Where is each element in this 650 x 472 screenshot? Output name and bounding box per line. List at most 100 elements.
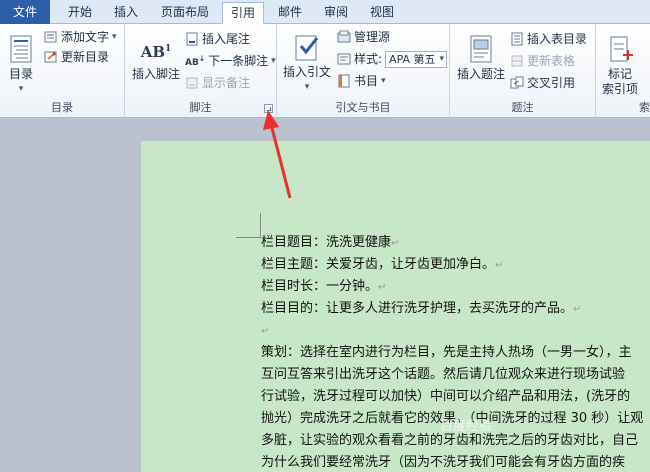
bibliography-button[interactable]: 书目 — [337, 72, 386, 90]
insert-table-of-figures-button[interactable]: 插入表目录 — [510, 30, 587, 48]
doc-line: 栏目题目：洗洗更健康↵ — [261, 235, 399, 252]
doc-line: 栏目目的：让更多人进行洗牙护理，去买洗牙的产品。↵ — [261, 301, 581, 318]
doc-line-text: 互问互答来引出洗牙这个话题。然后请几位观众来进行现场试验 — [261, 367, 626, 382]
captions-group: 插入题注 插入表目录 更新表格 交叉引用 题注 — [450, 24, 596, 118]
insert-caption-label: 插入题注 — [456, 67, 505, 81]
watermark: 百度经验 — [440, 419, 493, 434]
citation-style-select[interactable]: APA 第五 — [385, 50, 448, 68]
doc-line: 为什么我们要经常洗牙（因为不洗牙我们可能会有牙齿方面的疾 — [261, 455, 625, 471]
paragraph-mark: ↵ — [261, 326, 270, 337]
tab-page-layout[interactable]: 页面布局 — [152, 2, 218, 24]
doc-line: 多脏，让实验的观众看看之前的牙齿和洗完之后的牙齿对比，自己 — [261, 433, 638, 449]
manage-sources-button[interactable]: 管理源 — [337, 28, 390, 46]
tab-home[interactable]: 开始 — [58, 2, 102, 24]
paragraph-mark: ↵ — [378, 282, 387, 293]
doc-line-text: 行试验，洗牙过程可以加快）中间可以介绍产品和用法，(洗牙的 — [261, 389, 631, 404]
doc-line: 互问互答来引出洗牙这个话题。然后请几位观众来进行现场试验 — [261, 367, 625, 383]
mark-entry-button[interactable]: 标记 索引项 — [600, 34, 640, 97]
document-page[interactable]: 栏目题目：洗洗更健康↵ 栏目主题：关爱牙齿，让牙齿更加净白。↵ 栏目时长：一分钟… — [141, 141, 650, 472]
doc-line-text: 为什么我们要经常洗牙（因为不洗牙我们可能会有牙齿方面的疾 — [261, 455, 626, 470]
doc-line-text: 策划：选择在室内进行为栏目，先是主持人热场（一男一女），主 — [261, 345, 632, 360]
insert-citation-dropdown-arrow: ▾ — [304, 82, 310, 92]
ribbon: 目录 ▾ 添加文字 更新目录 目录 AB1 插入脚注 插入尾注 AB↓ 下一条脚… — [0, 24, 650, 118]
paragraph-mark: ↵ — [495, 260, 504, 271]
doc-line-text: 栏目目的：让更多人进行洗牙护理，去买洗牙的产品。 — [261, 301, 574, 316]
endnote-icon — [186, 32, 198, 46]
paragraph-mark: ↵ — [573, 304, 582, 315]
paragraph-mark: ↵ — [391, 238, 400, 249]
tab-mailings[interactable]: 邮件 — [270, 2, 310, 24]
show-notes-icon — [186, 77, 198, 89]
cross-reference-icon — [510, 76, 524, 89]
add-text-label: 添加文字 — [61, 30, 110, 44]
toc-group: 目录 ▾ 添加文字 更新目录 目录 — [0, 24, 125, 118]
doc-line-text: 栏目题目：洗洗更健康 — [261, 235, 392, 250]
add-text-button[interactable]: 添加文字 — [44, 28, 117, 46]
citations-group-label: 引文与书目 — [335, 101, 391, 114]
manage-sources-icon — [337, 30, 351, 43]
footnote-icon-superscript: 1 — [165, 44, 172, 54]
bibliography-label: 书目 — [354, 74, 379, 88]
tab-view[interactable]: 视图 — [362, 2, 402, 24]
footnotes-group: AB1 插入脚注 插入尾注 AB↓ 下一条脚注 显示备注 脚注 — [125, 24, 277, 118]
show-notes-label: 显示备注 — [202, 76, 251, 90]
citations-group: 插入引文 ▾ 管理源 样式: APA 第五 书目 引文与书目 — [277, 24, 450, 118]
update-table-button[interactable]: 更新表格 — [510, 52, 575, 70]
doc-line-text: 栏目主题：关爱牙齿，让牙齿更加净白。 — [261, 257, 496, 272]
manage-sources-label: 管理源 — [354, 30, 391, 44]
index-group: 标记 索引项 索 — [596, 24, 650, 118]
toc-button-label: 目录 — [8, 67, 33, 81]
citation-style-control: 样式: APA 第五 — [337, 50, 448, 68]
table-of-figures-icon — [511, 32, 523, 46]
mark-entry-label-line1: 标记 — [607, 67, 632, 81]
mark-entry-icon — [610, 36, 633, 62]
update-table-label: 更新表格 — [527, 54, 576, 68]
index-group-label: 索 — [639, 101, 650, 114]
insert-citation-icon — [295, 35, 319, 61]
footnote-icon-ab: AB — [140, 43, 166, 61]
insert-citation-button[interactable]: 插入引文 ▾ — [281, 32, 333, 95]
margin-corner-mark-horizontal — [236, 237, 260, 238]
update-toc-icon — [44, 51, 57, 63]
doc-line: 栏目时长：一分钟。↵ — [261, 279, 386, 296]
tab-references[interactable]: 引用 — [222, 2, 264, 24]
next-footnote-button[interactable]: AB↓ 下一条脚注 — [185, 52, 276, 70]
mark-entry-label-line2: 索引项 — [601, 82, 638, 96]
update-toc-label: 更新目录 — [61, 50, 110, 64]
bibliography-icon — [338, 74, 350, 88]
doc-line-text: 多脏，让实验的观众看看之前的牙齿和洗完之后的牙齿对比，自己 — [261, 433, 639, 448]
insert-table-of-figures-label: 插入表目录 — [527, 32, 588, 46]
tab-file[interactable]: 文件 — [0, 0, 50, 24]
document-area: 栏目题目：洗洗更健康↵ 栏目主题：关爱牙齿，让牙齿更加净白。↵ 栏目时长：一分钟… — [0, 118, 650, 472]
insert-endnote-label: 插入尾注 — [202, 32, 251, 46]
show-notes-button[interactable]: 显示备注 — [185, 74, 250, 92]
insert-caption-button[interactable]: 插入题注 — [454, 34, 508, 82]
next-footnote-label: 下一条脚注 — [208, 54, 269, 68]
doc-line-text: 栏目时长：一分钟。 — [261, 279, 379, 294]
doc-line: 策划：选择在室内进行为栏目，先是主持人热场（一男一女），主 — [261, 345, 632, 361]
update-toc-button[interactable]: 更新目录 — [44, 48, 109, 66]
insert-endnote-button[interactable]: 插入尾注 — [185, 30, 250, 48]
next-footnote-icon: AB↓ — [185, 54, 206, 68]
cross-reference-label: 交叉引用 — [527, 76, 576, 90]
footnotes-group-label: 脚注 — [189, 101, 212, 114]
doc-line: 栏目主题：关爱牙齿，让牙齿更加净白。↵ — [261, 257, 503, 274]
ribbon-tab-bar: 文件 开始 插入 页面布局 引用 邮件 审阅 视图 — [0, 0, 650, 24]
insert-caption-icon — [470, 35, 492, 63]
doc-line-empty: ↵ — [261, 323, 269, 340]
cross-reference-button[interactable]: 交叉引用 — [510, 74, 575, 92]
update-table-icon — [511, 55, 523, 67]
add-text-icon — [44, 31, 57, 43]
tab-insert[interactable]: 插入 — [106, 2, 146, 24]
insert-footnote-button[interactable]: AB1 插入脚注 — [129, 34, 183, 82]
doc-line: 行试验，洗牙过程可以加快）中间可以介绍产品和用法，(洗牙的 — [261, 389, 630, 405]
toc-button[interactable]: 目录 ▾ — [4, 34, 38, 97]
captions-group-label: 题注 — [511, 101, 534, 114]
footnotes-dialog-launcher[interactable] — [264, 104, 273, 113]
insert-citation-label: 插入引文 — [282, 65, 331, 79]
toc-group-label: 目录 — [51, 101, 73, 114]
insert-footnote-label: 插入脚注 — [131, 67, 180, 81]
table-of-contents-icon — [10, 35, 32, 63]
tab-review[interactable]: 审阅 — [316, 2, 356, 24]
style-label: 样式: — [354, 52, 383, 66]
